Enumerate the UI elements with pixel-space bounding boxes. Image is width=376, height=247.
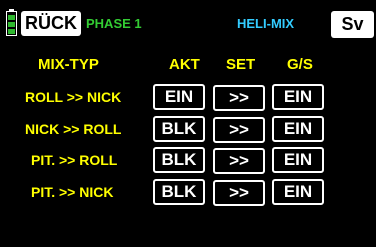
- akt-toggle-button[interactable]: BLK: [153, 179, 205, 205]
- set-button[interactable]: >>: [213, 148, 265, 174]
- column-header-akt: AKT: [169, 56, 200, 73]
- battery-icon: [6, 9, 17, 36]
- column-header-set: SET: [226, 56, 256, 73]
- akt-toggle-button[interactable]: BLK: [153, 116, 205, 142]
- column-header-mix-typ: MIX-TYP: [38, 56, 99, 73]
- gs-toggle-button[interactable]: EIN: [272, 147, 324, 173]
- row-label-roll-nick: ROLL >> NICK: [25, 89, 122, 105]
- back-button[interactable]: RÜCK: [21, 11, 81, 36]
- battery-segment: [8, 15, 15, 20]
- phase-label: PHASE 1: [86, 16, 142, 31]
- gs-toggle-button[interactable]: EIN: [272, 179, 324, 205]
- row-label-pit-nick: PIT. >> NICK: [31, 184, 114, 200]
- gs-toggle-button[interactable]: EIN: [272, 84, 324, 110]
- sv-button[interactable]: Sv: [331, 11, 374, 38]
- row-label-nick-roll: NICK >> ROLL: [25, 121, 122, 137]
- set-button[interactable]: >>: [213, 85, 265, 111]
- battery-segment: [8, 22, 15, 27]
- gs-toggle-button[interactable]: EIN: [272, 116, 324, 142]
- set-button[interactable]: >>: [213, 180, 265, 206]
- akt-toggle-button[interactable]: EIN: [153, 84, 205, 110]
- screen-title: HELI-MIX: [237, 16, 295, 31]
- battery-segment: [8, 29, 15, 34]
- row-label-pit-roll: PIT. >> ROLL: [31, 152, 118, 168]
- column-header-gs: G/S: [287, 56, 313, 73]
- set-button[interactable]: >>: [213, 117, 265, 143]
- akt-toggle-button[interactable]: BLK: [153, 147, 205, 173]
